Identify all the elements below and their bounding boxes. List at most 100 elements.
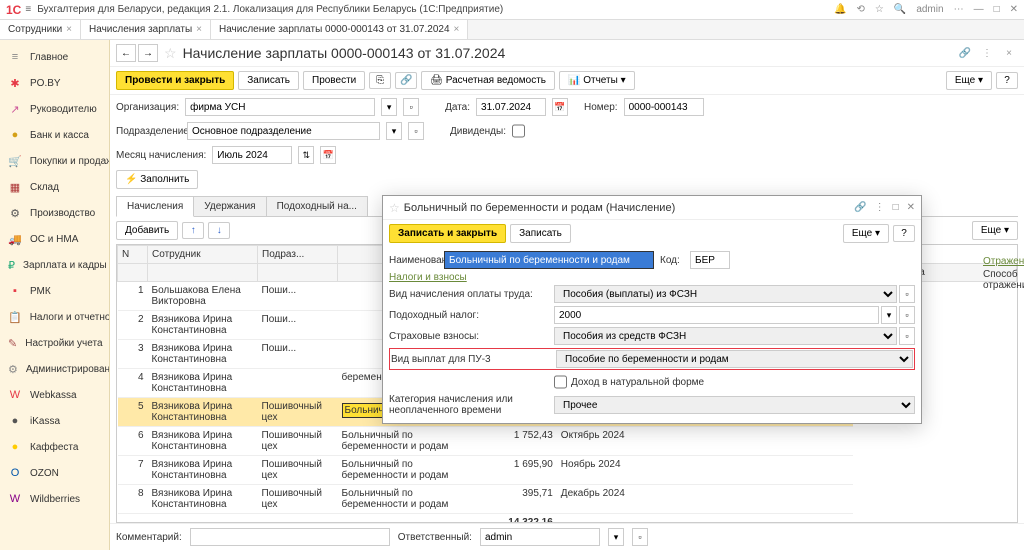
sidebar-item[interactable]: 🚚ОС и НМА bbox=[0, 226, 109, 252]
num-field[interactable] bbox=[624, 98, 704, 116]
tab-deductions[interactable]: Удержания bbox=[193, 196, 266, 216]
grid-more-button[interactable]: Еще ▾ bbox=[972, 221, 1018, 240]
table-row[interactable]: 6Вязникова Ирина КонстантиновнаПошивочны… bbox=[118, 427, 1017, 456]
tab-income-tax[interactable]: Подоходный на... bbox=[266, 196, 368, 216]
modal-write-close-button[interactable]: Записать и закрыть bbox=[389, 224, 506, 243]
sidebar-item[interactable]: ₽Зарплата и кадры bbox=[0, 252, 109, 278]
sidebar-item[interactable]: ▪РМК bbox=[0, 278, 109, 304]
close-icon[interactable]: × bbox=[454, 24, 460, 35]
sidebar-item[interactable]: ⚙Администрирование bbox=[0, 356, 109, 382]
sidebar-item[interactable]: ⚙Производство bbox=[0, 200, 109, 226]
move-up-button[interactable]: ↑ bbox=[182, 222, 204, 239]
close-icon[interactable]: ✕ bbox=[907, 202, 915, 213]
user-name[interactable]: admin bbox=[916, 4, 943, 15]
cat-field[interactable]: Прочее bbox=[554, 396, 915, 414]
sidebar-item[interactable]: ●Каффеста bbox=[0, 434, 109, 460]
sidebar-item[interactable]: WWildberries bbox=[0, 486, 109, 512]
menu-icon[interactable]: ≡ bbox=[25, 4, 31, 15]
sidebar-item[interactable]: 🛒Покупки и продажи bbox=[0, 148, 109, 174]
bell-icon[interactable]: 🔔 bbox=[834, 4, 846, 15]
help-button[interactable]: ? bbox=[996, 72, 1018, 89]
nav-fwd-button[interactable]: → bbox=[138, 44, 158, 62]
link-icon[interactable]: 🔗 bbox=[956, 45, 974, 61]
responsible-field[interactable] bbox=[480, 528, 600, 546]
modal-help-button[interactable]: ? bbox=[893, 225, 915, 242]
dropdown-icon[interactable]: ▾ bbox=[881, 306, 897, 324]
post-button[interactable]: Провести bbox=[303, 71, 365, 90]
link-icon[interactable]: 🔗 bbox=[854, 202, 866, 213]
link-icon[interactable]: 🔗 bbox=[395, 72, 417, 89]
sidebar-item[interactable]: OOZON bbox=[0, 460, 109, 486]
nav-back-button[interactable]: ← bbox=[116, 44, 136, 62]
strah-field[interactable]: Пособия из средств ФСЗН bbox=[554, 327, 897, 345]
reports-dropdown[interactable]: 📊 Отчеты ▾ bbox=[559, 71, 635, 90]
payroll-report-button[interactable]: 🖨 Расчетная ведомость bbox=[421, 71, 555, 90]
tab-payroll-doc[interactable]: Начисление зарплаты 0000-000143 от 31.07… bbox=[211, 20, 468, 39]
table-row[interactable]: 7Вязникова Ирина КонстантиновнаПошивочны… bbox=[118, 456, 1017, 485]
natural-income-checkbox[interactable] bbox=[554, 373, 567, 391]
move-down-button[interactable]: ↓ bbox=[208, 222, 230, 239]
sidebar-item[interactable]: ↗Руководителю bbox=[0, 96, 109, 122]
maximize-icon[interactable]: □ bbox=[893, 202, 899, 213]
sidebar-item[interactable]: 📋Налоги и отчетность bbox=[0, 304, 109, 330]
div-field[interactable] bbox=[187, 122, 380, 140]
modal-write-button[interactable]: Записать bbox=[510, 224, 571, 243]
org-field[interactable] bbox=[185, 98, 375, 116]
column-header[interactable]: N bbox=[118, 246, 148, 264]
close-doc-button[interactable]: × bbox=[1000, 45, 1018, 61]
search-icon[interactable]: 🔍 bbox=[894, 4, 906, 15]
more-icon[interactable]: ⋮ bbox=[978, 45, 996, 61]
modal-more-button[interactable]: Еще ▾ bbox=[843, 224, 889, 243]
calendar-icon[interactable]: 📅 bbox=[320, 146, 336, 164]
more-icon[interactable]: ⋮ bbox=[875, 202, 885, 213]
options-icon[interactable]: ⋯ bbox=[954, 4, 964, 15]
sidebar-item[interactable]: ▦Склад bbox=[0, 174, 109, 200]
sidebar-item[interactable]: WWebkassa bbox=[0, 382, 109, 408]
month-field[interactable] bbox=[212, 146, 292, 164]
history-icon[interactable]: ⟲ bbox=[857, 4, 865, 15]
close-icon[interactable]: ✕ bbox=[1010, 4, 1018, 15]
comment-field[interactable] bbox=[190, 528, 390, 546]
sidebar-item[interactable]: ●iKassa bbox=[0, 408, 109, 434]
sidebar-item[interactable]: ✎Настройки учета bbox=[0, 330, 109, 356]
vid-field[interactable]: Пособия (выплаты) из ФСЗН bbox=[554, 285, 897, 303]
open-icon[interactable]: ▫ bbox=[899, 327, 915, 345]
code-field[interactable] bbox=[690, 251, 730, 269]
stepper-icon[interactable]: ⇅ bbox=[298, 146, 314, 164]
sidebar-item[interactable]: ✱PO.BY bbox=[0, 70, 109, 96]
minimize-icon[interactable]: — bbox=[974, 4, 984, 15]
column-header[interactable]: Сотрудник bbox=[148, 246, 258, 264]
structure-icon[interactable]: ⎘ bbox=[369, 72, 391, 89]
close-icon[interactable]: × bbox=[66, 24, 72, 35]
column-header[interactable]: Подраз... bbox=[258, 246, 338, 264]
tab-employees[interactable]: Сотрудники× bbox=[0, 20, 81, 39]
date-field[interactable] bbox=[476, 98, 546, 116]
table-row[interactable]: 8Вязникова Ирина КонстантиновнаПошивочны… bbox=[118, 485, 1017, 514]
tab-charges[interactable]: Начисления bbox=[116, 196, 194, 217]
open-icon[interactable]: ▫ bbox=[403, 98, 419, 116]
open-icon[interactable]: ▫ bbox=[899, 306, 915, 324]
tab-payroll-list[interactable]: Начисления зарплаты× bbox=[81, 20, 211, 39]
star-icon[interactable]: ☆ bbox=[875, 4, 884, 15]
more-button[interactable]: Еще ▾ bbox=[946, 71, 992, 90]
open-icon[interactable]: ▫ bbox=[408, 122, 424, 140]
name-field[interactable] bbox=[444, 251, 654, 269]
fill-button[interactable]: ⚡ Заполнить bbox=[116, 170, 198, 189]
dropdown-icon[interactable]: ▾ bbox=[608, 528, 624, 546]
open-icon[interactable]: ▫ bbox=[899, 285, 915, 303]
dropdown-icon[interactable]: ▾ bbox=[386, 122, 402, 140]
open-icon[interactable]: ▫ bbox=[632, 528, 648, 546]
pu3-field[interactable]: Пособие по беременности и родам bbox=[556, 350, 913, 368]
sidebar-item[interactable]: ≡Главное bbox=[0, 44, 109, 70]
pod-field[interactable] bbox=[554, 306, 879, 324]
calendar-icon[interactable]: 📅 bbox=[552, 98, 568, 116]
favorite-icon[interactable]: ☆ bbox=[389, 201, 400, 215]
write-button[interactable]: Записать bbox=[238, 71, 299, 90]
sidebar-item[interactable]: ●Банк и касса bbox=[0, 122, 109, 148]
favorite-icon[interactable]: ☆ bbox=[164, 45, 177, 62]
dividends-checkbox[interactable] bbox=[512, 122, 525, 140]
close-icon[interactable]: × bbox=[196, 24, 202, 35]
post-close-button[interactable]: Провести и закрыть bbox=[116, 71, 234, 90]
add-row-button[interactable]: Добавить bbox=[116, 221, 178, 240]
dropdown-icon[interactable]: ▾ bbox=[381, 98, 397, 116]
